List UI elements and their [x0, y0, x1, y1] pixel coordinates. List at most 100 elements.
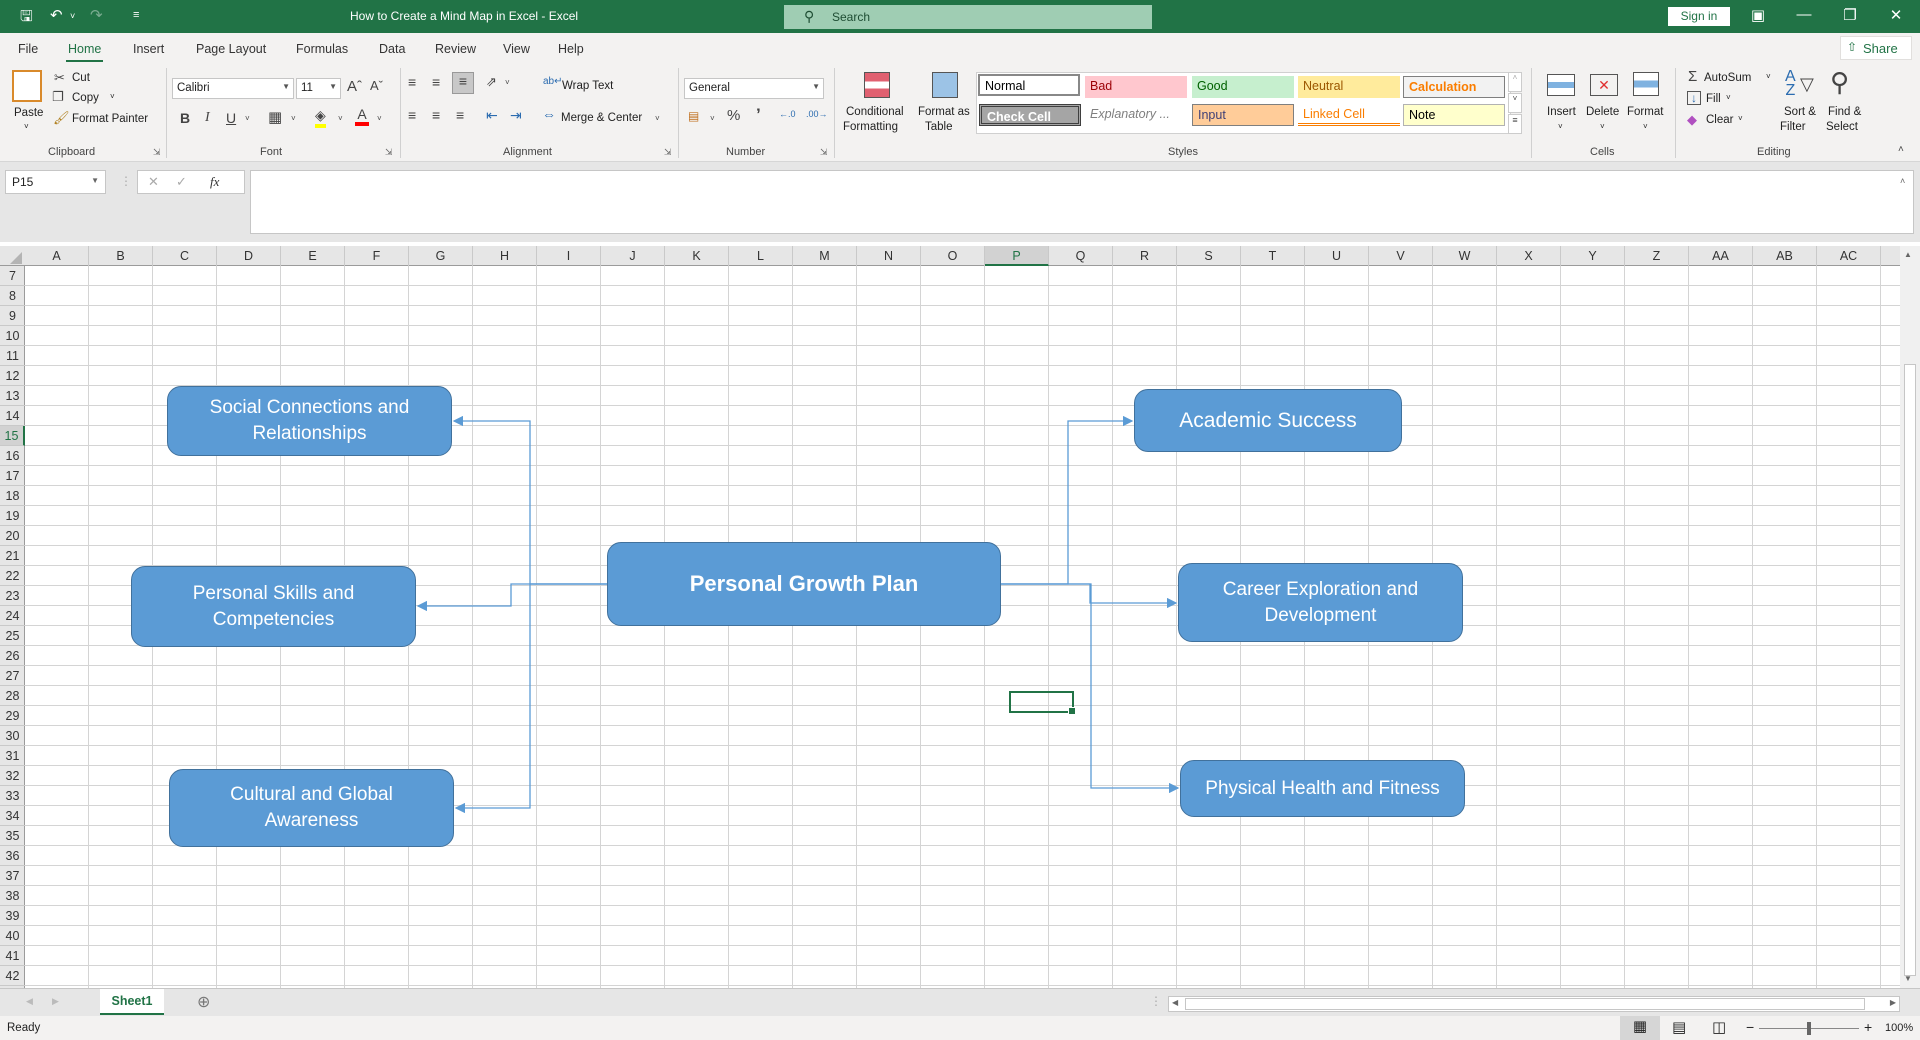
zoom-slider-thumb[interactable] — [1807, 1022, 1811, 1035]
column-header[interactable]: AA — [1689, 246, 1753, 266]
format-as-table-line1[interactable]: Format as — [918, 106, 970, 118]
delete-dropdown-icon[interactable]: ˅ — [1600, 122, 1605, 131]
row-header[interactable]: 18 — [0, 486, 25, 506]
mind-map-node-skills[interactable]: Personal Skills and Competencies — [131, 566, 416, 647]
column-header[interactable]: N — [857, 246, 921, 266]
style-note[interactable]: Note — [1403, 104, 1505, 126]
increase-font-size-icon[interactable]: Aˆ — [347, 78, 362, 95]
tab-review[interactable]: Review — [435, 42, 476, 56]
delete-button[interactable]: Delete — [1586, 106, 1619, 118]
column-header[interactable]: V — [1369, 246, 1433, 266]
ribbon-display-options-icon[interactable]: ▣ — [1743, 6, 1773, 24]
row-header[interactable]: 16 — [0, 446, 25, 466]
style-explanatory[interactable]: Explanatory ... — [1085, 104, 1187, 126]
mind-map-node-cultural[interactable]: Cultural and Global Awareness — [169, 769, 454, 847]
sign-in-button[interactable]: Sign in — [1668, 7, 1730, 26]
align-center-icon[interactable]: ≡ — [432, 107, 440, 123]
row-header[interactable]: 37 — [0, 866, 25, 886]
mind-map-node-health[interactable]: Physical Health and Fitness — [1180, 760, 1465, 817]
row-header[interactable]: 26 — [0, 646, 25, 666]
formula-bar-grip[interactable]: ⋮ — [120, 174, 132, 188]
row-header[interactable]: 32 — [0, 766, 25, 786]
new-sheet-icon[interactable]: ⊕ — [197, 992, 210, 1012]
format-button[interactable]: Format — [1627, 106, 1663, 118]
number-format-combo[interactable]: General ▼ — [684, 78, 824, 99]
row-header[interactable]: 33 — [0, 786, 25, 806]
orientation-dropdown-icon[interactable]: ˅ — [505, 78, 510, 87]
mind-map-node-career[interactable]: Career Exploration and Development — [1178, 563, 1463, 642]
row-header[interactable]: 21 — [0, 546, 25, 566]
style-neutral[interactable]: Neutral — [1298, 76, 1400, 98]
column-header[interactable]: B — [89, 246, 153, 266]
column-header[interactable]: I — [537, 246, 601, 266]
mind-map-node-academic[interactable]: Academic Success — [1134, 389, 1402, 452]
row-header[interactable]: 28 — [0, 686, 25, 706]
style-normal[interactable]: Normal — [978, 74, 1080, 96]
font-name-combo[interactable]: Calibri ▼ — [172, 78, 294, 99]
scroll-left-icon[interactable]: ◀ — [1172, 998, 1178, 1007]
style-check-cell[interactable]: Check Cell — [979, 104, 1081, 126]
column-header[interactable]: R — [1113, 246, 1177, 266]
scroll-down-icon[interactable]: ▼ — [1904, 974, 1912, 983]
copy-dropdown-icon[interactable]: ˅ — [110, 92, 115, 101]
row-header[interactable]: 39 — [0, 906, 25, 926]
mind-map-center-node[interactable]: Personal Growth Plan — [607, 542, 1001, 626]
scroll-right-icon[interactable]: ▶ — [1890, 998, 1896, 1007]
tab-data[interactable]: Data — [379, 42, 405, 56]
page-layout-view-icon[interactable]: ▤ — [1672, 1018, 1686, 1036]
comma-style-icon[interactable]: ’ — [756, 105, 761, 125]
font-color-icon[interactable]: A — [355, 106, 369, 126]
style-bad[interactable]: Bad — [1085, 76, 1187, 98]
align-right-icon[interactable]: ≡ — [456, 107, 464, 123]
tab-insert[interactable]: Insert — [133, 42, 164, 56]
borders-dropdown-icon[interactable]: ˅ — [291, 114, 296, 123]
find-select-line1[interactable]: Find & — [1828, 106, 1861, 118]
column-header[interactable]: H — [473, 246, 537, 266]
page-break-preview-icon[interactable]: ◫ — [1712, 1018, 1726, 1036]
insert-function-icon[interactable]: fx — [210, 174, 219, 190]
column-header[interactable]: Z — [1625, 246, 1689, 266]
tab-file[interactable]: File — [18, 42, 38, 56]
accounting-format-icon[interactable]: ▤ — [688, 109, 699, 123]
clear-button[interactable]: Clear — [1706, 114, 1733, 126]
vertical-scroll-thumb[interactable] — [1904, 364, 1916, 976]
increase-indent-icon[interactable]: ⇥ — [510, 107, 522, 124]
row-header[interactable]: 34 — [0, 806, 25, 826]
column-header[interactable]: S — [1177, 246, 1241, 266]
tab-page-layout[interactable]: Page Layout — [196, 42, 266, 56]
conditional-formatting-line1[interactable]: Conditional — [846, 106, 904, 118]
row-header[interactable]: 8 — [0, 286, 25, 306]
style-input[interactable]: Input — [1192, 104, 1294, 126]
cut-button[interactable]: Cut — [72, 72, 90, 84]
tab-split-grip[interactable]: ⋮ — [1150, 994, 1162, 1008]
increase-decimal-icon[interactable]: ←.0 — [779, 109, 796, 119]
column-header[interactable]: L — [729, 246, 793, 266]
sort-filter-line2[interactable]: Filter — [1780, 121, 1806, 133]
column-header[interactable]: X — [1497, 246, 1561, 266]
decrease-decimal-icon[interactable]: .00→ — [806, 109, 828, 119]
column-header[interactable]: Q — [1049, 246, 1113, 266]
prev-sheet-icon[interactable]: ◀ — [26, 996, 33, 1007]
clipboard-launcher-icon[interactable]: ⇲ — [153, 147, 161, 158]
column-header[interactable]: O — [921, 246, 985, 266]
sheet-tab[interactable]: Sheet1 — [100, 989, 164, 1015]
fill-dropdown-icon[interactable]: ˅ — [1726, 93, 1731, 102]
autosum-dropdown-icon[interactable]: ˅ — [1766, 72, 1771, 81]
wrap-text-button[interactable]: Wrap Text — [562, 80, 613, 92]
fill-color-icon[interactable]: ◈ — [315, 107, 326, 128]
style-calculation[interactable]: Calculation — [1403, 76, 1505, 98]
row-header[interactable]: 36 — [0, 846, 25, 866]
name-box[interactable]: P15 ▼ — [5, 170, 106, 194]
tab-home[interactable]: Home — [65, 42, 104, 62]
select-all-button[interactable] — [10, 252, 22, 264]
row-header[interactable]: 35 — [0, 826, 25, 846]
style-good[interactable]: Good — [1192, 76, 1294, 98]
column-header[interactable]: G — [409, 246, 473, 266]
horizontal-scroll-thumb[interactable] — [1185, 998, 1865, 1010]
column-header[interactable]: A — [25, 246, 89, 266]
column-header[interactable]: AC — [1817, 246, 1881, 266]
merge-center-button[interactable]: Merge & Center — [561, 112, 642, 124]
bold-button[interactable]: B — [180, 110, 190, 126]
conditional-formatting-line2[interactable]: Formatting — [843, 121, 898, 133]
row-header[interactable]: 29 — [0, 706, 25, 726]
